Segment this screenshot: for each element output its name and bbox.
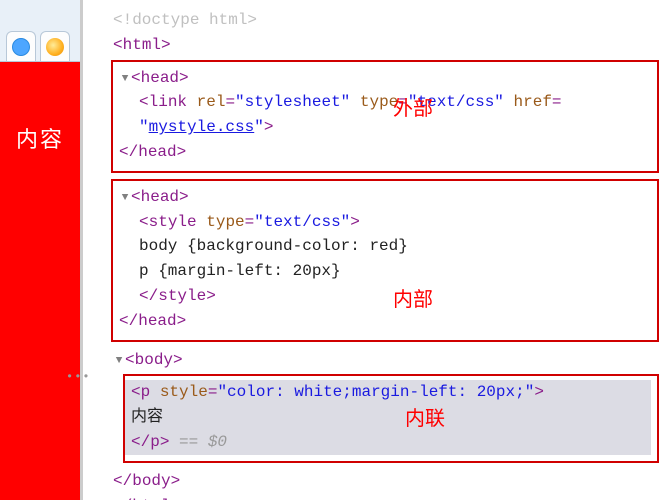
browser-tab-strip [0,0,80,62]
devtools-elements-panel[interactable]: <!doctype html> <html> 外部 ▼<head> <link … [83,0,667,500]
ellipsis-icon: ••• [66,370,91,384]
annotation-box-external: 外部 ▼<head> <link rel="stylesheet" type="… [111,60,659,173]
expand-arrow-icon[interactable]: ▼ [119,190,131,207]
link-href-line[interactable]: "mystyle.css"> [119,115,651,140]
p-close-line[interactable]: </p> == $0 [131,430,651,455]
doctype-line[interactable]: <!doctype html> [93,8,667,33]
stylesheet-href-link[interactable]: mystyle.css [149,118,255,136]
expand-arrow-icon[interactable]: ▼ [113,353,125,370]
page-preview-panel: 内容 [0,62,80,500]
page-preview-text: 内容 [16,127,64,152]
annotation-label-external: 外部 [393,94,433,125]
app-root: 内容 ••• <!doctype html> <html> 外部 ▼<head>… [0,0,667,500]
left-sidebar: 内容 [0,0,80,500]
flame-icon [46,38,64,56]
annotation-box-inline: 内联 <p style="color: white;margin-left: 2… [123,374,659,462]
annotation-label-internal: 内部 [393,285,433,316]
head-close-1[interactable]: </head> [119,140,651,165]
html-open-line[interactable]: <html> [93,33,667,58]
browser-tab-1[interactable] [6,31,36,61]
style-body-1[interactable]: body {background-color: red} [119,234,651,259]
selected-element[interactable]: <p style="color: white;margin-left: 20px… [125,380,651,454]
globe-icon [12,38,30,56]
head-close-2[interactable]: </head> [119,309,651,334]
browser-tab-2[interactable] [40,31,70,61]
style-body-2[interactable]: p {margin-left: 20px} [119,259,651,284]
head-open-2[interactable]: ▼<head> [119,185,651,210]
expand-arrow-icon[interactable]: ▼ [119,71,131,88]
html-close-line[interactable]: </html> [93,494,667,500]
annotation-label-inline: 内联 [405,404,445,435]
link-line[interactable]: <link rel="stylesheet" type="text/css" h… [119,90,651,115]
panel-divider[interactable]: ••• [80,0,83,500]
head-open-1[interactable]: ▼<head> [119,66,651,91]
body-open-line[interactable]: ▼<body> [93,348,667,373]
style-close-line[interactable]: </style> [119,284,651,309]
p-open-line[interactable]: <p style="color: white;margin-left: 20px… [131,380,651,405]
body-close-line[interactable]: </body> [93,469,667,494]
p-text-line[interactable]: 内容 [131,405,651,430]
style-open-line[interactable]: <style type="text/css"> [119,210,651,235]
annotation-box-internal: 内部 ▼<head> <style type="text/css"> body … [111,179,659,342]
